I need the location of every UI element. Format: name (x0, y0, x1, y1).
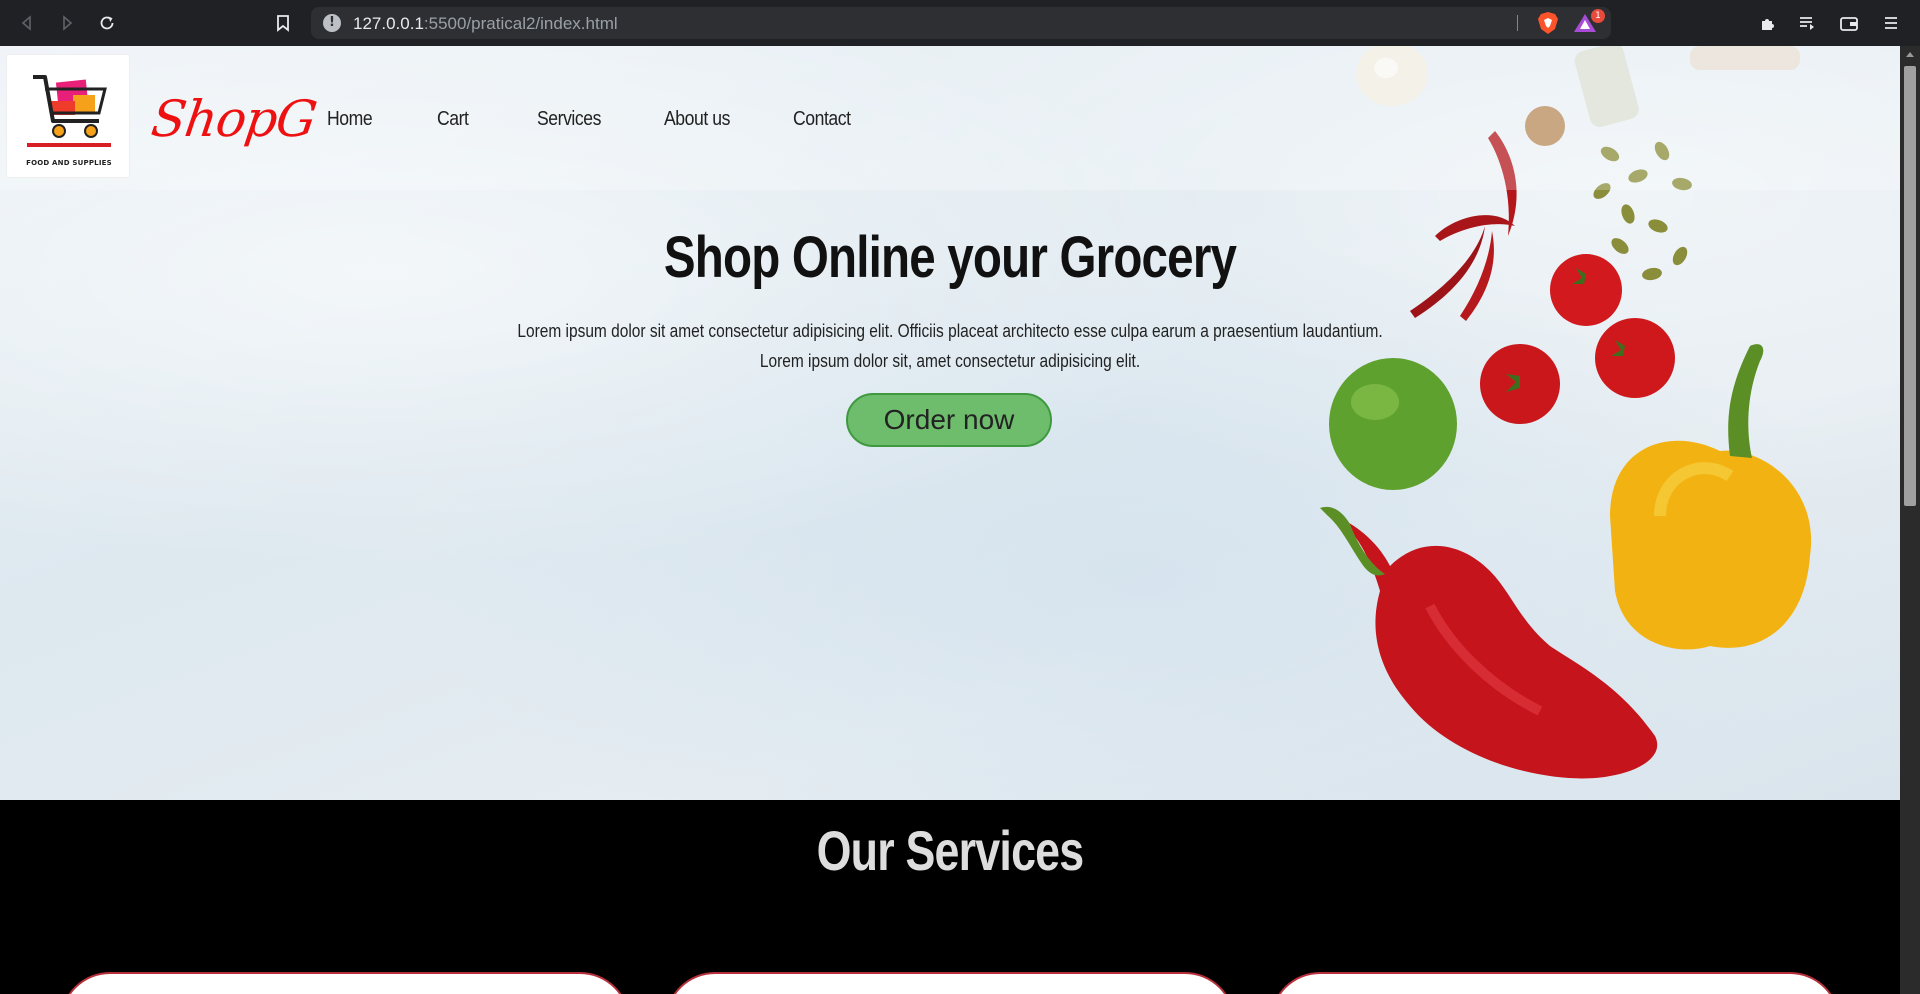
site-info-icon[interactable]: ! (323, 14, 341, 32)
page-viewport: FOOD AND SUPPLIES ShopG Home Cart Servic… (0, 46, 1900, 994)
site-header: FOOD AND SUPPLIES ShopG Home Cart Servic… (0, 46, 1900, 190)
services-title: Our Services (816, 819, 1085, 882)
page-scrollbar[interactable] (1900, 46, 1920, 994)
extensions-icon[interactable] (1756, 11, 1780, 35)
address-bar[interactable]: ! 127.0.0.1:5500/pratical2/index.html 1 (311, 7, 1611, 39)
hero-description: Lorem ipsum dolor sit amet consectetur a… (133, 316, 1767, 376)
logo-caption: FOOD AND SUPPLIES (26, 159, 112, 167)
wallet-icon[interactable] (1837, 11, 1861, 35)
nav-about-us[interactable]: About us (664, 108, 730, 131)
menu-icon[interactable] (1879, 11, 1903, 35)
hero-section: FOOD AND SUPPLIES ShopG Home Cart Servic… (0, 46, 1900, 800)
reload-icon[interactable] (95, 11, 119, 35)
shopping-cart-icon (27, 75, 111, 147)
scroll-up-icon[interactable] (1906, 52, 1914, 57)
address-divider (1517, 15, 1518, 31)
bookmark-icon[interactable] (271, 11, 295, 35)
service-card (1270, 972, 1840, 994)
site-logo[interactable]: FOOD AND SUPPLIES (6, 54, 130, 178)
url-text[interactable]: 127.0.0.1:5500/pratical2/index.html (353, 14, 618, 34)
service-card (60, 972, 630, 994)
brand-name[interactable]: ShopG (148, 90, 320, 148)
hero-text-line-1: Lorem ipsum dolor sit amet consectetur a… (517, 321, 1383, 341)
browser-toolbar: ! 127.0.0.1:5500/pratical2/index.html 1 (0, 0, 1920, 46)
url-path: :5500/pratical2/index.html (423, 14, 618, 33)
rewards-badge: 1 (1591, 9, 1605, 23)
forward-icon[interactable] (55, 11, 79, 35)
url-host: 127.0.0.1 (353, 14, 424, 33)
order-now-button[interactable]: Order now (846, 393, 1052, 447)
brave-rewards-icon[interactable]: 1 (1573, 9, 1605, 34)
playlist-icon[interactable] (1795, 11, 1819, 35)
hero-title: Shop Online your Grocery (663, 225, 1237, 290)
scrollbar-thumb[interactable] (1904, 66, 1916, 506)
nav-services[interactable]: Services (537, 108, 601, 131)
nav-contact[interactable]: Contact (793, 108, 851, 131)
brave-shields-icon[interactable] (1537, 11, 1559, 35)
services-section: Our Services (0, 800, 1900, 994)
back-icon[interactable] (15, 11, 39, 35)
nav-cart[interactable]: Cart (437, 108, 469, 131)
nav-home[interactable]: Home (327, 108, 373, 131)
service-card (665, 972, 1235, 994)
hero-text-line-2: Lorem ipsum dolor sit, amet consectetur … (759, 351, 1141, 371)
